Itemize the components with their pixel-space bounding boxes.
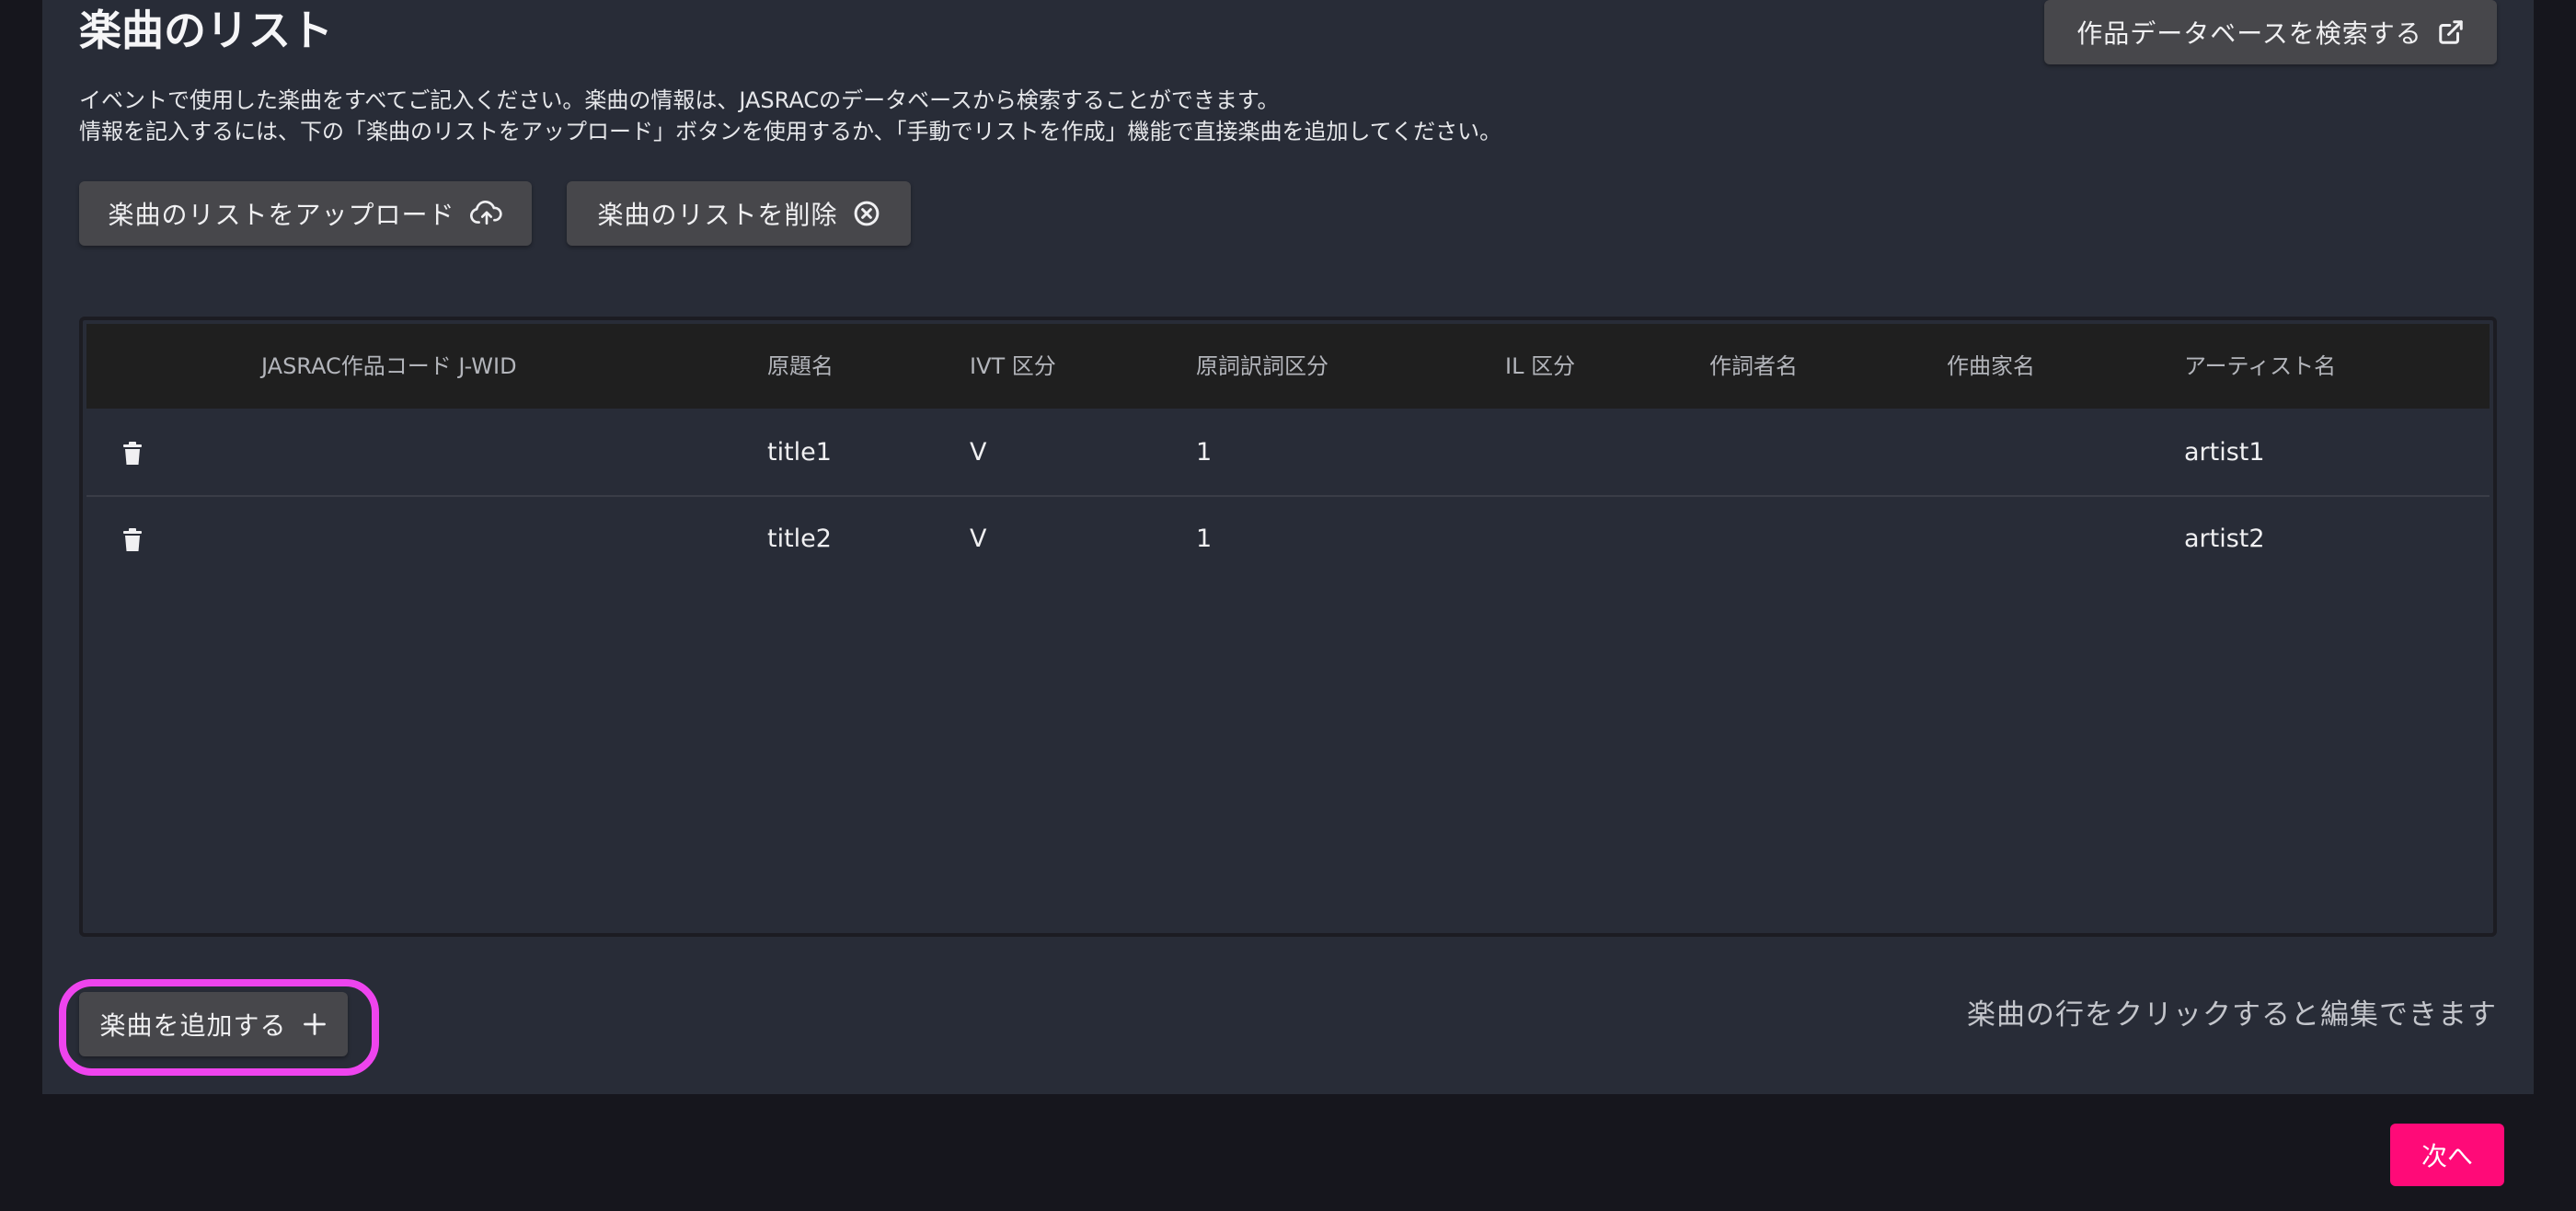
next-button[interactable]: 次へ (2390, 1124, 2504, 1186)
description: イベントで使用した楽曲をすべてご記入ください。楽曲の情報は、JASRACのデータ… (79, 85, 1501, 147)
trash-icon[interactable] (123, 442, 142, 466)
song-table: JASRAC作品コード J-WID 原題名 IVT 区分 原詞訳詞区分 IL 区… (79, 317, 2497, 937)
cloud-upload-icon (469, 201, 502, 225)
cell-artist: artist2 (2184, 525, 2265, 553)
column-header-ivt: IVT 区分 (970, 353, 1056, 379)
description-line-2: 情報を記入するには、下の「楽曲のリストをアップロード」ボタンを使用するか、「手動… (79, 119, 1502, 144)
next-label: 次へ (2421, 1141, 2473, 1171)
column-header-artist: アーティスト名 (2184, 353, 2337, 379)
description-line-1: イベントで使用した楽曲をすべてご記入ください。楽曲の情報は、JASRACのデータ… (79, 87, 1280, 113)
cell-ivt: V (970, 525, 987, 553)
delete-list-button[interactable]: 楽曲のリストを削除 (567, 181, 911, 246)
table-row[interactable]: title1 V 1 artist1 (86, 410, 2490, 497)
upload-list-button[interactable]: 楽曲のリストをアップロード (79, 181, 532, 246)
column-header-composer: 作曲家名 (1947, 353, 2035, 379)
table-header: JASRAC作品コード J-WID 原題名 IVT 区分 原詞訳詞区分 IL 区… (86, 324, 2490, 409)
search-database-button[interactable]: 作品データベースを検索する (2044, 0, 2497, 64)
column-header-il: IL 区分 (1505, 353, 1576, 379)
cell-lyrics-type: 1 (1196, 525, 1213, 553)
column-header-lyricist: 作詞者名 (1709, 353, 1798, 379)
external-link-icon (2439, 20, 2463, 44)
plus-icon (303, 1013, 326, 1035)
search-database-label: 作品データベースを検索する (2076, 18, 2422, 49)
column-header-title: 原題名 (767, 353, 834, 379)
column-header-lyrics-type: 原詞訳詞区分 (1196, 353, 1328, 379)
circle-x-icon (854, 201, 879, 226)
column-header-jwid: JASRAC作品コード J-WID (261, 353, 517, 379)
upload-list-label: 楽曲のリストをアップロード (108, 200, 455, 230)
cell-lyrics-type: 1 (1196, 438, 1213, 467)
cell-artist: artist1 (2184, 438, 2265, 467)
cell-ivt: V (970, 438, 987, 467)
trash-icon[interactable] (123, 528, 142, 552)
add-song-label: 楽曲を追加する (99, 1010, 287, 1041)
cell-title: title2 (767, 525, 832, 553)
table-row[interactable]: title2 V 1 artist2 (86, 497, 2490, 582)
footer-bar (42, 1094, 2534, 1211)
page-title: 楽曲のリスト (79, 6, 333, 55)
add-song-button[interactable]: 楽曲を追加する (79, 992, 348, 1056)
edit-hint: 楽曲の行をクリックすると編集できます (1967, 998, 2497, 1032)
cell-title: title1 (767, 438, 832, 467)
delete-list-label: 楽曲のリストを削除 (597, 200, 838, 230)
